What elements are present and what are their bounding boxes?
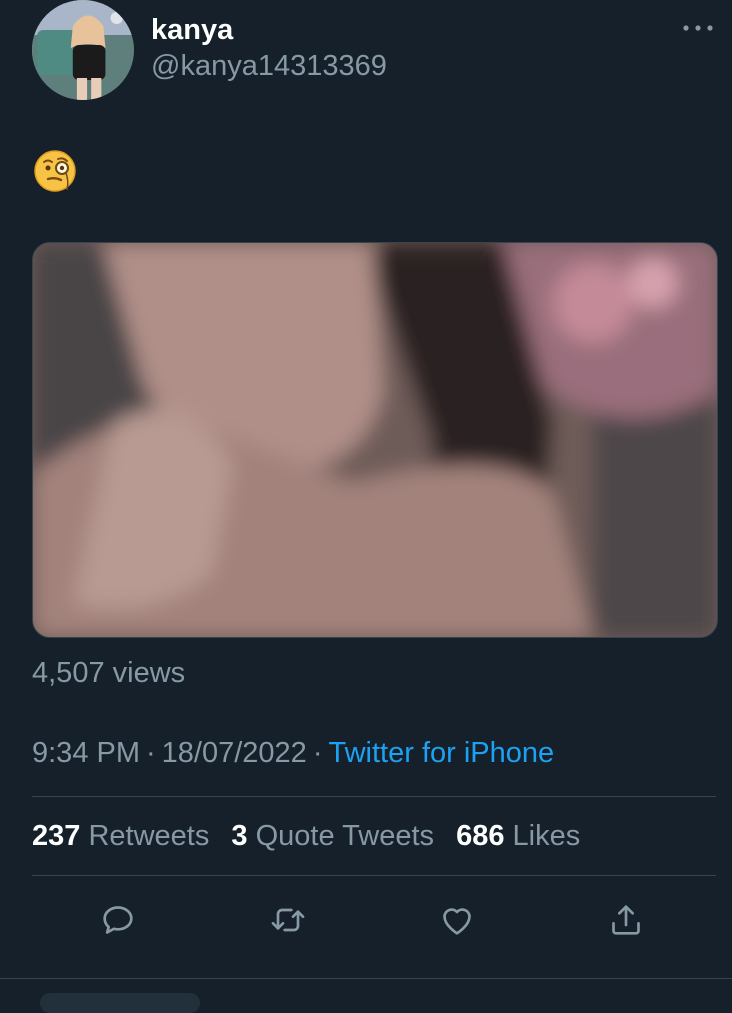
- action-bar: [32, 893, 716, 947]
- media-image: [33, 243, 717, 637]
- divider: [32, 875, 716, 876]
- tweet-time[interactable]: 9:34 PM: [32, 737, 140, 769]
- divider: [0, 978, 732, 979]
- retweets-count: 237: [32, 820, 81, 852]
- tweet-media[interactable]: [32, 242, 718, 638]
- retweets-stat[interactable]: 237 Retweets: [32, 820, 223, 852]
- avatar-image: [32, 0, 134, 100]
- likes-stat[interactable]: 686 Likes: [456, 820, 580, 852]
- quote-tweets-count: 3: [231, 820, 248, 852]
- likes-count: 686: [456, 820, 505, 852]
- retweet-button[interactable]: [261, 893, 315, 947]
- heart-icon: [443, 908, 471, 935]
- display-name[interactable]: kanya: [151, 14, 233, 46]
- avatar[interactable]: [32, 0, 134, 100]
- face-with-monocle-icon: [34, 150, 76, 192]
- share-icon: [612, 905, 640, 935]
- tweet-date[interactable]: 18/07/2022: [162, 737, 307, 769]
- reply-composer-hint[interactable]: [40, 993, 200, 1013]
- divider: [32, 796, 716, 797]
- tweet-text: [32, 148, 78, 194]
- quote-tweets-stat[interactable]: 3 Quote Tweets: [231, 820, 448, 852]
- user-handle[interactable]: @kanya14313369: [151, 50, 387, 82]
- tweet-meta: 9:34 PM · 18/07/2022 · Twitter for iPhone: [32, 736, 554, 770]
- more-horizontal-icon[interactable]: [680, 18, 716, 38]
- tweet-source-link[interactable]: Twitter for iPhone: [329, 737, 555, 769]
- retweets-label: Retweets: [88, 820, 210, 852]
- separator: ·: [146, 737, 156, 769]
- retweet-icon: [271, 908, 305, 932]
- reply-icon: [103, 906, 133, 934]
- view-count: 4,507 views: [32, 657, 186, 689]
- engagement-stats: 237 Retweets 3 Quote Tweets 686 Likes: [32, 819, 580, 853]
- share-button[interactable]: [599, 893, 653, 947]
- like-button[interactable]: [430, 893, 484, 947]
- separator: ·: [312, 737, 323, 769]
- likes-label: Likes: [512, 820, 581, 852]
- quote-tweets-label: Quote Tweets: [255, 820, 435, 852]
- reply-button[interactable]: [91, 893, 145, 947]
